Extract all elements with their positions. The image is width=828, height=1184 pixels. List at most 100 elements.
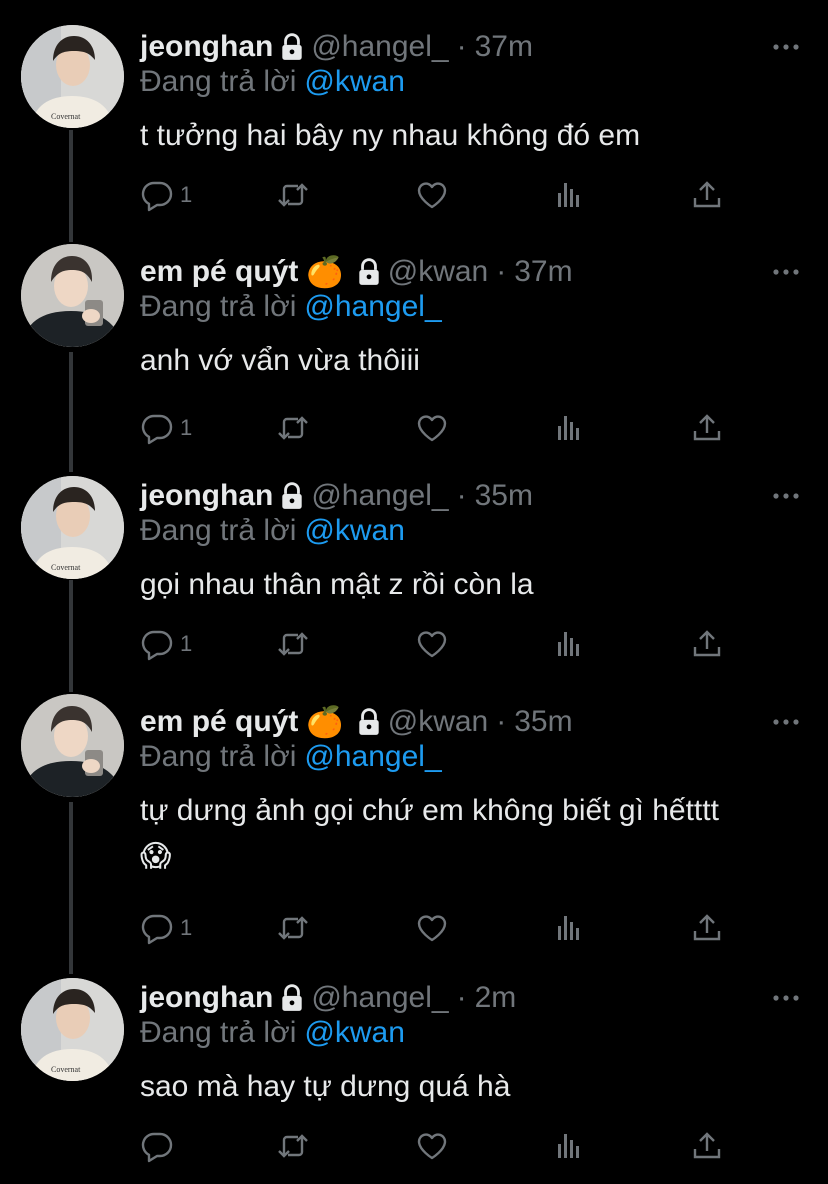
- like-icon: [415, 411, 449, 445]
- reply-button[interactable]: 1: [140, 175, 192, 215]
- user-handle[interactable]: @hangel_: [311, 479, 448, 513]
- views-button[interactable]: [553, 1126, 587, 1166]
- display-name[interactable]: jeonghan: [140, 479, 273, 513]
- more-icon[interactable]: [770, 31, 802, 63]
- action-bar: 1: [140, 175, 740, 215]
- tweet-header: jeonghan @hangel_ · 37m: [140, 25, 533, 69]
- more-icon[interactable]: [770, 256, 802, 288]
- share-button[interactable]: [690, 408, 724, 448]
- like-icon: [415, 911, 449, 945]
- reply-button[interactable]: 1: [140, 908, 192, 948]
- reply-count: 1: [180, 915, 193, 940]
- like-button[interactable]: [415, 408, 449, 448]
- action-bar: [140, 1126, 740, 1166]
- retweet-button[interactable]: [276, 624, 310, 664]
- share-button[interactable]: [690, 908, 724, 948]
- reply-prefix: Đang trả lời: [140, 740, 297, 773]
- avatar[interactable]: [21, 978, 124, 1081]
- reply-prefix: Đang trả lời: [140, 1016, 297, 1049]
- reply-context: Đang trả lời @kwan: [140, 1016, 405, 1050]
- views-button[interactable]: [553, 908, 587, 948]
- retweet-icon: [276, 1129, 310, 1163]
- reply-mention[interactable]: @kwan: [304, 514, 405, 547]
- action-bar: 1: [140, 408, 740, 448]
- like-icon: [415, 1129, 449, 1163]
- retweet-button[interactable]: [276, 175, 310, 215]
- display-name[interactable]: jeonghan: [140, 30, 273, 64]
- separator-dot: ·: [456, 981, 467, 1014]
- action-bar: 1: [140, 624, 740, 664]
- like-icon: [415, 627, 449, 661]
- views-icon: [553, 627, 587, 661]
- reply-context: Đang trả lời @kwan: [140, 514, 405, 548]
- timestamp[interactable]: 37m: [475, 30, 533, 64]
- reply-button[interactable]: 1: [140, 624, 192, 664]
- user-handle[interactable]: @hangel_: [311, 30, 448, 64]
- user-handle[interactable]: @hangel_: [311, 981, 448, 1015]
- avatar[interactable]: [21, 25, 124, 128]
- lock-icon: [279, 984, 305, 1012]
- reply-mention[interactable]: @kwan: [304, 1016, 405, 1049]
- like-button[interactable]: [415, 1126, 449, 1166]
- more-icon[interactable]: [770, 706, 802, 738]
- user-handle[interactable]: @kwan: [388, 255, 489, 289]
- reply-context: Đang trả lời @kwan: [140, 65, 405, 99]
- reply-button[interactable]: [140, 1126, 180, 1166]
- tweet-text: tự dưng ảnh gọi chứ em không biết gì hết…: [140, 788, 810, 880]
- separator-dot: ·: [456, 479, 467, 512]
- separator-dot: ·: [496, 255, 507, 288]
- tweet-header: jeonghan @hangel_ · 35m: [140, 474, 533, 518]
- tweet-text-line: tự dưng ảnh gọi chứ em không biết gì hết…: [140, 794, 719, 827]
- timestamp[interactable]: 35m: [475, 479, 533, 513]
- orange-emoji: 🍊: [306, 705, 344, 739]
- retweet-button[interactable]: [276, 408, 310, 448]
- reply-count: 1: [180, 415, 193, 440]
- action-bar: 1: [140, 908, 740, 948]
- like-button[interactable]: [415, 624, 449, 664]
- views-icon: [553, 911, 587, 945]
- like-button[interactable]: [415, 175, 449, 215]
- more-icon[interactable]: [770, 982, 802, 1014]
- display-name[interactable]: jeonghan: [140, 981, 273, 1015]
- share-icon: [690, 411, 724, 445]
- timestamp[interactable]: 37m: [514, 255, 572, 289]
- views-button[interactable]: [553, 175, 587, 215]
- views-button[interactable]: [553, 624, 587, 664]
- display-name[interactable]: em pé quýt: [140, 705, 298, 739]
- reply-prefix: Đang trả lời: [140, 514, 297, 547]
- reply-mention[interactable]: @hangel_: [304, 290, 441, 323]
- reply-mention[interactable]: @hangel_: [304, 740, 441, 773]
- share-icon: [690, 911, 724, 945]
- display-name[interactable]: em pé quýt: [140, 255, 298, 289]
- reply-mention[interactable]: @kwan: [304, 65, 405, 98]
- lock-icon: [279, 482, 305, 510]
- more-icon[interactable]: [770, 480, 802, 512]
- tweet-text: t tưởng hai bây ny nhau không đó em: [140, 119, 641, 152]
- timestamp[interactable]: 35m: [514, 705, 572, 739]
- share-icon: [690, 1129, 724, 1163]
- share-button[interactable]: [690, 624, 724, 664]
- lock-icon: [356, 708, 382, 736]
- tweet-text: sao mà hay tự dưng quá hà: [140, 1070, 511, 1103]
- avatar[interactable]: [21, 476, 124, 579]
- reply-button[interactable]: 1: [140, 408, 192, 448]
- thread-line: [69, 580, 73, 692]
- user-handle[interactable]: @kwan: [388, 705, 489, 739]
- avatar[interactable]: [21, 694, 124, 797]
- like-button[interactable]: [415, 908, 449, 948]
- share-button[interactable]: [690, 175, 724, 215]
- reply-count: 1: [180, 182, 193, 207]
- reply-count: 1: [180, 631, 193, 656]
- lock-icon: [356, 258, 382, 286]
- reply-icon: [140, 1129, 174, 1163]
- scream-emoji: 😱: [140, 840, 172, 873]
- timestamp[interactable]: 2m: [475, 981, 517, 1015]
- share-button[interactable]: [690, 1126, 724, 1166]
- tweet-header: jeonghan @hangel_ · 2m: [140, 976, 516, 1020]
- orange-emoji: 🍊: [306, 255, 344, 289]
- reply-icon: [140, 911, 174, 945]
- views-button[interactable]: [553, 408, 587, 448]
- retweet-button[interactable]: [276, 1126, 310, 1166]
- avatar[interactable]: [21, 244, 124, 347]
- retweet-button[interactable]: [276, 908, 310, 948]
